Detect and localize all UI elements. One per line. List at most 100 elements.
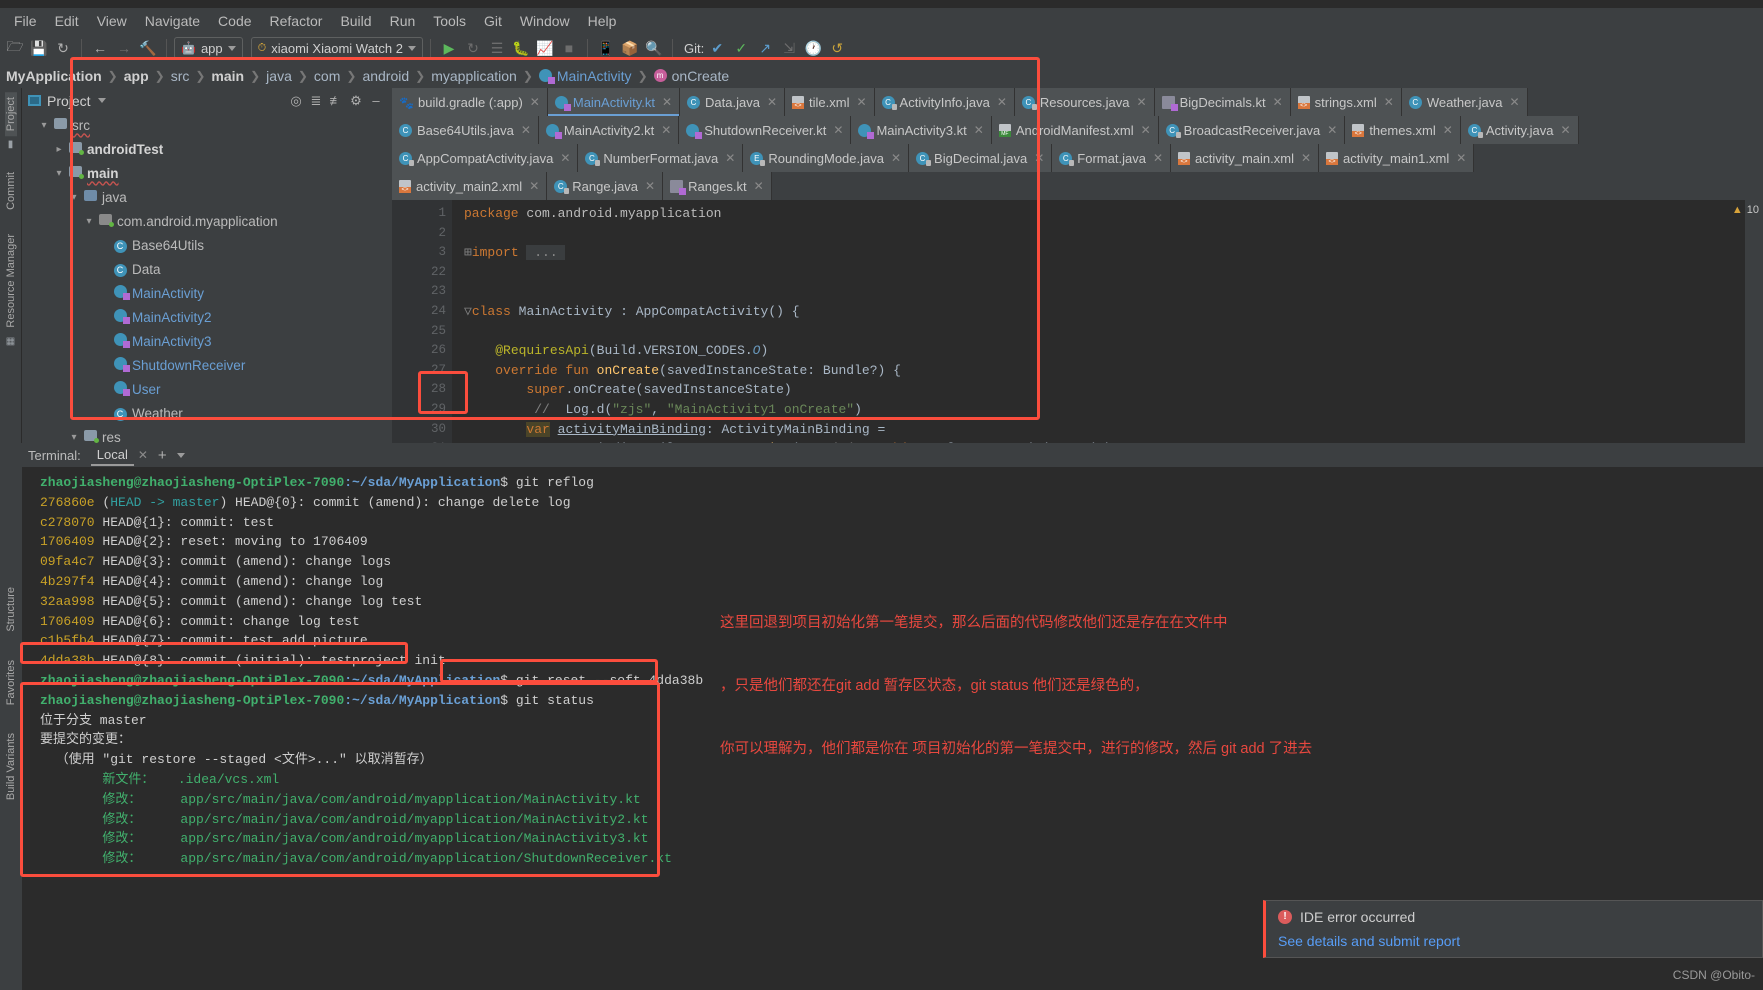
editor-tab[interactable]: C Data.java ✕ bbox=[680, 88, 786, 116]
settings-gear-icon[interactable]: ⚙ bbox=[346, 93, 366, 109]
close-icon[interactable]: ✕ bbox=[661, 123, 671, 137]
git-push-icon[interactable]: ↗ bbox=[754, 37, 776, 59]
editor-tab[interactable]: Ranges.kt ✕ bbox=[663, 172, 772, 200]
git-update-icon[interactable]: ✔ bbox=[706, 37, 728, 59]
close-icon[interactable]: ✕ bbox=[1509, 95, 1519, 109]
tool-window-structure[interactable]: Structure bbox=[5, 583, 17, 636]
editor-tab[interactable]: MainActivity.kt ✕ bbox=[547, 88, 681, 116]
git-history-icon[interactable]: 🕐 bbox=[802, 37, 824, 59]
profile-icon[interactable]: 📈 bbox=[534, 37, 556, 59]
close-icon[interactable]: ✕ bbox=[1443, 123, 1453, 137]
menu-item-help[interactable]: Help bbox=[579, 10, 626, 32]
terminal-options-chevron-icon[interactable] bbox=[176, 452, 185, 458]
collapse-all-icon[interactable]: ≢ bbox=[326, 93, 346, 108]
close-icon[interactable]: ✕ bbox=[662, 95, 672, 109]
tree-node[interactable]: C Weather bbox=[22, 401, 392, 425]
editor-tab[interactable]: activity_main2.xml ✕ bbox=[392, 172, 548, 200]
editor-tab[interactable]: C Weather.java ✕ bbox=[1401, 88, 1528, 116]
menu-item-refactor[interactable]: Refactor bbox=[261, 10, 332, 32]
tool-window-commit[interactable]: Commit bbox=[5, 167, 17, 215]
tree-expand-arrow[interactable]: ▾ bbox=[37, 120, 51, 131]
editor-tab[interactable]: activity_main.xml ✕ bbox=[1171, 144, 1320, 172]
editor-tab[interactable]: MainActivity2.kt ✕ bbox=[538, 116, 680, 144]
breadcrumb-item-android[interactable]: android bbox=[362, 68, 409, 84]
tool-window-resource-manager[interactable]: Resource Manager bbox=[5, 229, 17, 333]
device-selector[interactable]: ⏱ xiaomi Xiaomi Watch 2 bbox=[250, 37, 423, 59]
breadcrumb-item-java[interactable]: java bbox=[266, 68, 292, 84]
editor-tab[interactable]: strings.xml ✕ bbox=[1290, 88, 1402, 116]
tree-expand-arrow[interactable]: ▾ bbox=[67, 432, 81, 443]
git-commit-icon[interactable]: ✓ bbox=[730, 37, 752, 59]
tree-node[interactable]: ShutdownReceiver bbox=[22, 353, 392, 377]
tree-expand-arrow[interactable]: ▾ bbox=[52, 168, 66, 179]
close-icon[interactable]: ✕ bbox=[833, 123, 843, 137]
tree-node[interactable]: MainActivity3 bbox=[22, 329, 392, 353]
editor-tab[interactable]: E RoundingMode.java ✕ bbox=[743, 144, 910, 172]
hide-panel-icon[interactable]: – bbox=[366, 93, 386, 108]
close-icon[interactable]: ✕ bbox=[1141, 123, 1151, 137]
close-icon[interactable]: ✕ bbox=[725, 151, 735, 165]
breadcrumb-item-com[interactable]: com bbox=[314, 68, 340, 84]
close-icon[interactable]: ✕ bbox=[1384, 95, 1394, 109]
tree-node[interactable]: ▸ androidTest bbox=[22, 137, 392, 161]
tree-expand-arrow[interactable]: ▸ bbox=[52, 144, 66, 155]
menu-item-window[interactable]: Window bbox=[511, 10, 579, 32]
editor-tab[interactable]: C BigDecimal.java ✕ bbox=[909, 144, 1053, 172]
git-branch-icon[interactable]: ⇲ bbox=[778, 37, 800, 59]
resource-icon[interactable]: ▦ bbox=[6, 336, 15, 347]
close-icon[interactable]: ✕ bbox=[997, 95, 1007, 109]
tree-node[interactable]: MainActivity2 bbox=[22, 305, 392, 329]
editor-tab[interactable]: ShutdownReceiver.kt ✕ bbox=[679, 116, 852, 144]
menu-item-navigate[interactable]: Navigate bbox=[136, 10, 209, 32]
run-with-coverage-icon[interactable]: ☰ bbox=[486, 37, 508, 59]
editor-tab[interactable]: C ActivityInfo.java ✕ bbox=[874, 88, 1015, 116]
menu-item-code[interactable]: Code bbox=[209, 10, 260, 32]
editor-tab[interactable]: MainActivity3.kt ✕ bbox=[851, 116, 992, 144]
code-line[interactable]: override fun onCreate(savedInstanceState… bbox=[452, 361, 1745, 381]
git-rollback-icon[interactable]: ↺ bbox=[826, 37, 848, 59]
close-icon[interactable]: ✕ bbox=[1301, 151, 1311, 165]
sdk-manager-icon[interactable]: 📦 bbox=[619, 37, 641, 59]
close-icon[interactable]: ✕ bbox=[1153, 151, 1163, 165]
inspection-warning-badge[interactable]: ▲ 10 bbox=[1732, 204, 1759, 216]
editor-tab[interactable]: 🐾 build.gradle (:app) ✕ bbox=[392, 88, 548, 116]
editor-tab[interactable]: BigDecimals.kt ✕ bbox=[1154, 88, 1291, 116]
breadcrumb-item-src[interactable]: src bbox=[171, 68, 190, 84]
tool-window-build-variants[interactable]: Build Variants bbox=[5, 729, 17, 804]
close-icon[interactable]: ✕ bbox=[974, 123, 984, 137]
module-selector[interactable]: 🤖 app bbox=[174, 37, 243, 59]
close-icon[interactable]: ✕ bbox=[1273, 95, 1283, 109]
open-folder-icon[interactable]: 🗁 bbox=[4, 37, 26, 59]
expand-all-icon[interactable]: ≣ bbox=[306, 93, 326, 109]
tree-node[interactable]: ▾ com.android.myapplication bbox=[22, 209, 392, 233]
menu-item-tools[interactable]: Tools bbox=[424, 10, 475, 32]
editor-tab[interactable]: activity_main1.xml ✕ bbox=[1319, 144, 1475, 172]
tree-node[interactable]: ▾ main bbox=[22, 161, 392, 185]
tool-window-favorites[interactable]: Favorites bbox=[5, 656, 17, 709]
debug-icon[interactable]: 🐛 bbox=[510, 37, 532, 59]
tool-window-project[interactable]: Project bbox=[4, 92, 17, 137]
menu-item-file[interactable]: File bbox=[5, 10, 46, 32]
tree-expand-arrow[interactable]: ▾ bbox=[82, 216, 96, 227]
code-line[interactable]: ⊞import ... bbox=[452, 243, 1745, 263]
editor-tab[interactable]: C NumberFormat.java ✕ bbox=[578, 144, 744, 172]
editor-tab[interactable]: C Format.java ✕ bbox=[1052, 144, 1171, 172]
apply-changes-icon[interactable]: ↻ bbox=[462, 37, 484, 59]
breadcrumb-item-myapplication[interactable]: MyApplication bbox=[6, 68, 102, 84]
code-line[interactable]: ▽class MainActivity : AppCompatActivity(… bbox=[452, 302, 1745, 322]
editor-tab[interactable]: AndroidManifest.xml ✕ bbox=[991, 116, 1159, 144]
sync-icon[interactable]: ↻ bbox=[52, 37, 74, 59]
breadcrumb-item-myapplication-pkg[interactable]: myapplication bbox=[431, 68, 517, 84]
editor-tab[interactable]: tile.xml ✕ bbox=[785, 88, 875, 116]
editor-tab[interactable]: C Base64Utils.java ✕ bbox=[392, 116, 539, 144]
notification-link[interactable]: See details and submit report bbox=[1278, 933, 1750, 949]
code-line[interactable] bbox=[452, 322, 1745, 342]
code-line[interactable]: // Log.d("zjs", "MainActivity1 onCreate"… bbox=[452, 400, 1745, 420]
layout-inspector-icon[interactable]: 🔍 bbox=[643, 37, 665, 59]
terminal-tab-close-icon[interactable]: ✕ bbox=[138, 448, 148, 462]
run-icon[interactable]: ▶ bbox=[438, 37, 460, 59]
build-hammer-icon[interactable]: 🔨 bbox=[137, 37, 159, 59]
tree-node[interactable]: ▾ src bbox=[22, 113, 392, 137]
breadcrumb-item-main[interactable]: main bbox=[211, 68, 244, 84]
tree-node[interactable]: User bbox=[22, 377, 392, 401]
